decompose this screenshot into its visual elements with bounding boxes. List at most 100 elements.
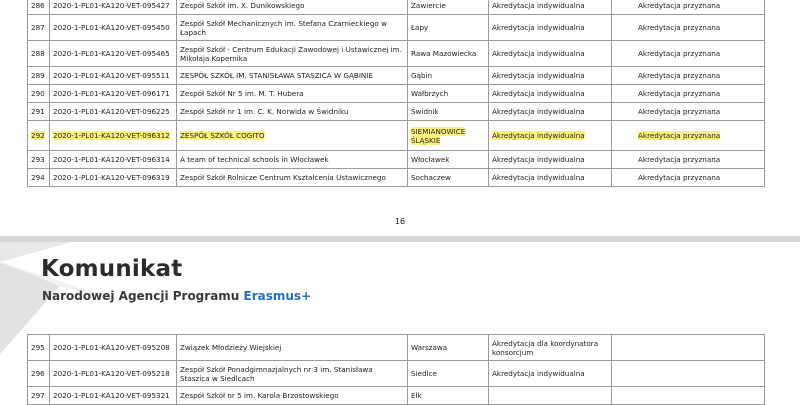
project-code-cell: 2020-1-PL01-KA120-VET-095465 [49, 40, 177, 67]
row-number-cell: 288 [27, 40, 50, 67]
project-code: 2020-1-PL01-KA120-VET-095321 [53, 391, 170, 400]
communique-title: Komunikat [41, 256, 183, 282]
project-code: 2020-1-PL01-KA120-VET-095511 [53, 71, 170, 80]
institution-name: ZESPÓŁ SZKÓŁ IM. STANISŁAWA STASZICA W G… [180, 71, 373, 80]
table-row: 293 2020-1-PL01-KA120-VET-096314 A team of… [27, 150, 765, 169]
erasmus-brand: Erasmus+ [243, 289, 312, 303]
institution-name: Zespół Szkół Rolnicze Centrum Kształceni… [180, 173, 386, 182]
accreditation-status: Akredytacja przyznana [638, 23, 721, 32]
row-number: 297 [31, 391, 45, 400]
project-code-cell: 2020-1-PL01-KA120-VET-095218 [49, 360, 177, 387]
accreditation-status-cell: Akredytacja przyznana [611, 120, 765, 151]
project-code: 2020-1-PL01-KA120-VET-095450 [53, 23, 170, 32]
project-code: 2020-1-PL01-KA120-VET-095208 [53, 343, 170, 352]
accreditation-status-cell [611, 386, 765, 405]
city-cell: Gąbin [407, 66, 489, 85]
project-code-cell: 2020-1-PL01-KA120-VET-095208 [49, 334, 177, 361]
project-code: 2020-1-PL01-KA120-VET-095427 [53, 1, 170, 10]
page-number: 16 [394, 217, 406, 226]
accreditation-status-cell: Akredytacja przyznana [611, 150, 765, 169]
accreditation-table: 286 2020-1-PL01-KA120-VET-095427 Zespół Sz… [27, 0, 765, 187]
project-code-cell: 2020-1-PL01-KA120-VET-095321 [49, 386, 177, 405]
table-row: 287 2020-1-PL01-KA120-VET-095450 Zespół Sz… [27, 14, 765, 41]
project-code: 2020-1-PL01-KA120-VET-096225 [53, 107, 170, 116]
institution-name: Związek Młodzieży Wiejskiej [180, 343, 282, 352]
row-number-cell: 293 [27, 150, 50, 169]
accreditation-status: Akredytacja przyznana [638, 107, 721, 116]
accreditation-status-cell: Akredytacja przyznana [611, 0, 765, 15]
row-number-cell: 294 [27, 168, 50, 187]
city-cell: Rawa Mazowiecka [407, 40, 489, 67]
city: Sochaczew [411, 173, 451, 182]
city-cell: Warszawa [407, 334, 489, 361]
institution-name-cell: Zespół Szkół nr 5 im. Karola Brzostowski… [176, 386, 408, 405]
city: Wałbrzych [411, 89, 449, 98]
city: Rawa Mazowiecka [411, 49, 477, 58]
city: SIEMIANOWICE ŚLĄSKIE [411, 126, 466, 145]
project-code: 2020-1-PL01-KA120-VET-095465 [53, 49, 170, 58]
table-row: 294 2020-1-PL01-KA120-VET-096319 Zespół Sz… [27, 168, 765, 187]
city-cell: Ełk [407, 386, 489, 405]
institution-name: Zespół Szkół Ponadgimnazjalnych nr 3 im.… [180, 364, 373, 383]
institution-name-cell: ZESPÓŁ SZKÓŁ IM. STANISŁAWA STASZICA W G… [176, 66, 408, 85]
accreditation-type-cell: Akredytacja indywidualna [488, 84, 612, 103]
table-row: 286 2020-1-PL01-KA120-VET-095427 Zespół Sz… [27, 0, 765, 15]
row-number: 286 [31, 1, 45, 10]
accreditation-status: Akredytacja przyznana [638, 155, 721, 164]
accreditation-status: Akredytacja przyznana [638, 131, 721, 140]
accreditation-status-cell: Akredytacja przyznana [611, 84, 765, 103]
project-code: 2020-1-PL01-KA120-VET-096312 [53, 131, 170, 140]
table-row: 291 2020-1-PL01-KA120-VET-096225 Zespół Sz… [27, 102, 765, 121]
accreditation-type-cell: Akredytacja indywidualna [488, 40, 612, 67]
city: Gąbin [411, 71, 433, 80]
project-code-cell: 2020-1-PL01-KA120-VET-096319 [49, 168, 177, 187]
row-number-cell: 286 [27, 0, 50, 15]
institution-name: Zespół Szkół - Centrum Edukacji Zawodowe… [180, 44, 402, 63]
city: Włocławek [411, 155, 450, 164]
institution-name-cell: Zespół Szkół - Centrum Edukacji Zawodowe… [176, 40, 408, 67]
accreditation-type-cell: Akredytacja indywidualna [488, 150, 612, 169]
table-row: 296 2020-1-PL01-KA120-VET-095218 Zespół Sz… [27, 360, 765, 387]
accreditation-status: Akredytacja przyznana [638, 173, 721, 182]
city-cell: Zawiercie [407, 0, 489, 15]
row-number: 294 [31, 173, 45, 182]
city-cell: Łapy [407, 14, 489, 41]
communique-subtitle: Narodowej Agencji Programu Erasmus+ [42, 289, 311, 303]
institution-name-cell: Zespół Szkół nr 1 im. C. K. Norwida w Św… [176, 102, 408, 121]
project-code: 2020-1-PL01-KA120-VET-096314 [53, 155, 170, 164]
row-number-cell: 297 [27, 386, 50, 405]
city-cell: Wałbrzych [407, 84, 489, 103]
project-code-cell: 2020-1-PL01-KA120-VET-095511 [49, 66, 177, 85]
accreditation-type: Akredytacja indywidualna [492, 71, 585, 80]
project-code: 2020-1-PL01-KA120-VET-096319 [53, 173, 170, 182]
project-code-cell: 2020-1-PL01-KA120-VET-096314 [49, 150, 177, 169]
institution-name-cell: A team of technical schools in Włocławek [176, 150, 408, 169]
row-number-cell: 292 [27, 120, 50, 151]
accreditation-type: Akredytacja indywidualna [492, 369, 585, 378]
institution-name-cell: Zespół Szkół Rolnicze Centrum Kształceni… [176, 168, 408, 187]
row-number: 295 [31, 343, 45, 352]
row-number: 296 [31, 369, 45, 378]
institution-name: Zespół Szkół nr 1 im. C. K. Norwida w Św… [180, 107, 349, 116]
project-code-cell: 2020-1-PL01-KA120-VET-095427 [49, 0, 177, 15]
city: Świdnik [411, 107, 439, 116]
accreditation-type: Akredytacja indywidualna [492, 1, 585, 10]
table-row: 292 2020-1-PL01-KA120-VET-096312 ZESPÓŁ SZ… [27, 120, 765, 151]
accreditation-status-cell: Akredytacja przyznana [611, 168, 765, 187]
row-number-cell: 291 [27, 102, 50, 121]
institution-name: ZESPÓŁ SZKÓŁ COGITO [180, 131, 265, 140]
city-cell: Sochaczew [407, 168, 489, 187]
project-code-cell: 2020-1-PL01-KA120-VET-096225 [49, 102, 177, 121]
project-code-cell: 2020-1-PL01-KA120-VET-095450 [49, 14, 177, 41]
city-cell: SIEMIANOWICE ŚLĄSKIE [407, 120, 489, 151]
accreditation-status: Akredytacja przyznana [638, 1, 721, 10]
accreditation-type-cell [488, 386, 612, 405]
accreditation-type: Akredytacja indywidualna [492, 23, 585, 32]
table-row: 297 2020-1-PL01-KA120-VET-095321 Zespół Sz… [27, 386, 765, 405]
city: Łapy [411, 23, 429, 32]
accreditation-type-cell: Akredytacja indywidualna [488, 66, 612, 85]
row-number: 287 [31, 23, 45, 32]
row-number-cell: 296 [27, 360, 50, 387]
institution-name-cell: Zespół Szkół Ponadgimnazjalnych nr 3 im.… [176, 360, 408, 387]
row-number: 292 [31, 131, 45, 140]
